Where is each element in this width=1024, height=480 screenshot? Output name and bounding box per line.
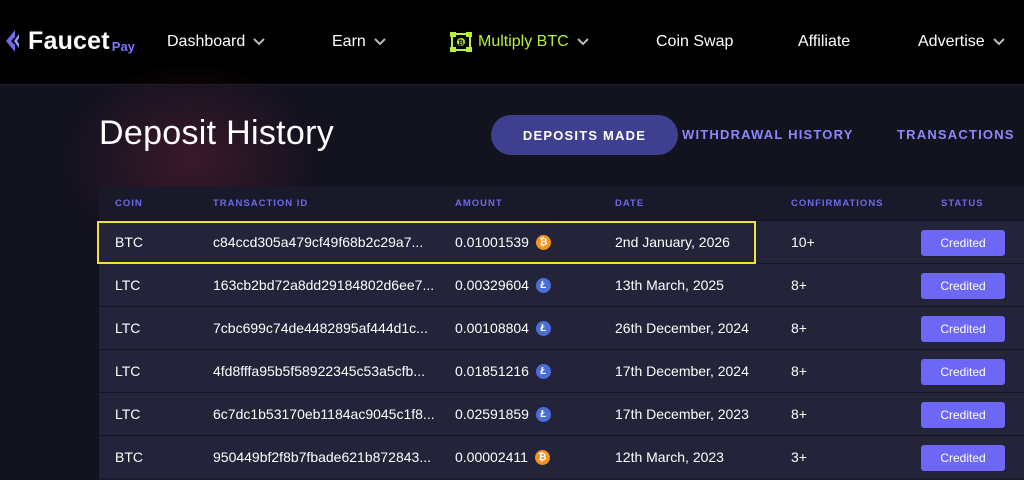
nav-item-coin-swap[interactable]: Coin Swap (656, 31, 733, 53)
amount-value: 0.01001539 (455, 234, 529, 250)
tab-withdrawal-history[interactable]: WITHDRAWAL HISTORY (682, 127, 854, 142)
bitcoin-icon: ₿ (534, 449, 550, 465)
confirmations-cell: 10+ (791, 234, 815, 250)
status-badge[interactable]: Credited (921, 402, 1005, 428)
chevron-down-icon (253, 38, 265, 46)
dice-cube-icon: ₿ (450, 32, 472, 52)
faucetpay-logo[interactable]: Faucet Pay (6, 26, 135, 56)
amount-value: 0.01851216 (455, 363, 529, 379)
nav-label: Dashboard (167, 33, 246, 50)
column-header-status: STATUS (941, 198, 984, 209)
status-badge[interactable]: Credited (921, 273, 1005, 299)
date-cell: 17th December, 2023 (615, 406, 749, 422)
amount-value: 0.02591859 (455, 406, 529, 422)
chevron-down-icon (992, 38, 1005, 46)
confirmations-cell: 8+ (791, 277, 807, 293)
confirmations-cell: 3+ (791, 449, 807, 465)
column-header-date: DATE (615, 198, 645, 209)
date-cell: 2nd January, 2026 (615, 234, 730, 250)
coin-cell: LTC (115, 406, 141, 422)
chevron-down-icon (576, 38, 589, 46)
confirmations-cell: 8+ (791, 363, 807, 379)
transaction-id-cell[interactable]: 4fd8fffa95b5f58922345c53a5cfb... (213, 363, 425, 379)
coin-cell: LTC (115, 320, 141, 336)
nav-item-dashboard[interactable]: Dashboard (167, 31, 265, 53)
nav-label: Earn (332, 33, 366, 50)
chevron-down-icon (374, 38, 386, 46)
status-badge[interactable]: Credited (921, 316, 1005, 342)
coin-cell: BTC (115, 234, 143, 250)
table-row[interactable]: LTC 6c7dc1b53170eb1184ac9045c1f8... 0.02… (99, 392, 1024, 435)
tab-transactions[interactable]: TRANSACTIONS (897, 127, 1015, 142)
amount-cell: 0.00002411 ₿ (455, 449, 550, 465)
page-title: Deposit History (99, 114, 335, 152)
table-header: COIN TRANSACTION ID AMOUNT DATE CONFIRMA… (99, 186, 1024, 220)
table-row[interactable]: BTC 950449bf2f8b7fbade621b872843... 0.00… (99, 435, 1024, 478)
column-header-amount: AMOUNT (455, 198, 503, 209)
litecoin-icon: Ł (535, 363, 551, 379)
table-row[interactable]: BTC c84ccd305a479cf49f68b2c29a7... 0.010… (99, 220, 1024, 263)
amount-cell: 0.01001539 ₿ (455, 234, 551, 250)
column-header-confirmations: CONFIRMATIONS (791, 198, 884, 209)
confirmations-cell: 8+ (791, 320, 807, 336)
transaction-id-cell[interactable]: c84ccd305a479cf49f68b2c29a7... (213, 234, 423, 250)
logo-wordmark: Faucet (28, 26, 110, 55)
coin-cell: LTC (115, 277, 141, 293)
nav-item-multiply-btc[interactable]: ₿ Multiply BTC (450, 31, 589, 53)
status-badge[interactable]: Credited (921, 359, 1005, 385)
amount-value: 0.00002411 (455, 449, 528, 465)
date-cell: 26th December, 2024 (615, 320, 749, 336)
nav-label: Coin Swap (656, 33, 734, 50)
nav-label: Advertise (918, 33, 985, 50)
svg-text:₿: ₿ (458, 39, 464, 47)
faucetpay-logo-icon (6, 30, 19, 52)
amount-cell: 0.01851216 Ł (455, 363, 551, 379)
litecoin-icon: Ł (535, 320, 551, 336)
nav-item-advertise[interactable]: Advertise (918, 31, 1005, 53)
column-header-transaction-id: TRANSACTION ID (213, 198, 309, 209)
litecoin-icon: Ł (535, 406, 551, 422)
status-badge[interactable]: Credited (921, 230, 1005, 256)
nav-item-earn[interactable]: Earn (332, 31, 386, 53)
nav-label: Multiply BTC (478, 33, 569, 50)
column-header-coin: COIN (115, 198, 143, 209)
date-cell: 17th December, 2024 (615, 363, 749, 379)
table-row[interactable]: LTC 4fd8fffa95b5f58922345c53a5cfb... 0.0… (99, 349, 1024, 392)
deposit-history-table: COIN TRANSACTION ID AMOUNT DATE CONFIRMA… (99, 186, 1024, 480)
confirmations-cell: 8+ (791, 406, 807, 422)
table-row[interactable]: LTC 163cb2bd72a8dd29184802d6ee7... 0.003… (99, 263, 1024, 306)
table-row[interactable]: LTC 7cbc699c74de4482895af444d1c... 0.001… (99, 306, 1024, 349)
transaction-id-cell[interactable]: 950449bf2f8b7fbade621b872843... (213, 449, 431, 465)
bitcoin-icon: ₿ (535, 234, 551, 250)
date-cell: 12th March, 2023 (615, 449, 724, 465)
transaction-id-cell[interactable]: 163cb2bd72a8dd29184802d6ee7... (213, 277, 434, 293)
amount-cell: 0.02591859 Ł (455, 406, 551, 422)
amount-value: 0.00108804 (455, 320, 529, 336)
amount-value: 0.00329604 (455, 277, 529, 293)
amount-cell: 0.00108804 Ł (455, 320, 551, 336)
nav-label: Affiliate (798, 33, 851, 50)
coin-cell: BTC (115, 449, 143, 465)
nav-item-affiliate[interactable]: Affiliate (798, 31, 850, 53)
transaction-id-cell[interactable]: 7cbc699c74de4482895af444d1c... (213, 320, 428, 336)
date-cell: 13th March, 2025 (615, 277, 724, 293)
transaction-id-cell[interactable]: 6c7dc1b53170eb1184ac9045c1f8... (213, 406, 435, 422)
tab-deposits-made[interactable]: DEPOSITS MADE (491, 115, 678, 155)
litecoin-icon: Ł (535, 277, 551, 293)
status-badge[interactable]: Credited (921, 445, 1005, 471)
logo-suffix: Pay (111, 38, 135, 54)
amount-cell: 0.00329604 Ł (455, 277, 551, 293)
coin-cell: LTC (115, 363, 141, 379)
